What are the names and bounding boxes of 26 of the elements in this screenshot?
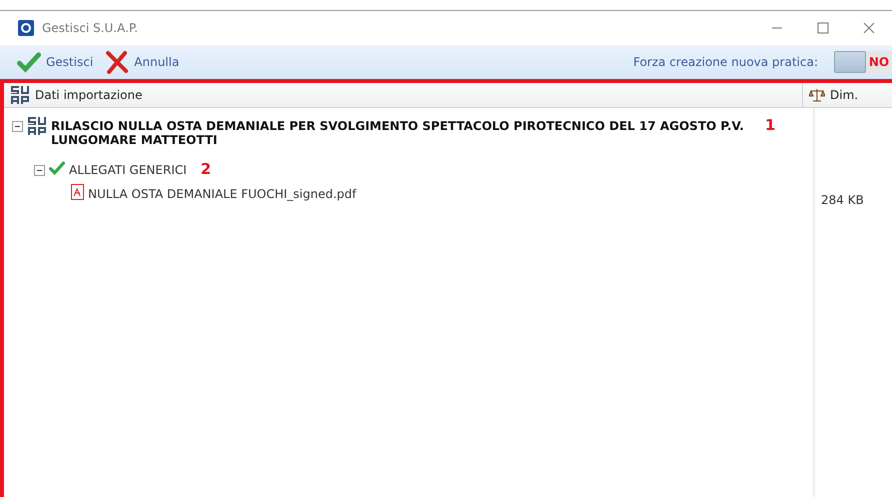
tree-item-label[interactable]: ALLEGATI GENERICI bbox=[69, 163, 187, 177]
maximize-icon[interactable] bbox=[817, 22, 829, 34]
annotation-number: 2 bbox=[200, 160, 212, 178]
tree-item-label[interactable]: RILASCIO NULLA OSTA DEMANIALE PER SVOLGIMENTO SPETTACOLO PIROTECNICO DEL 17 AGOSTO P.V. LUNGOMARE MATTEOTTI bbox=[51, 119, 751, 147]
suap-logo-icon bbox=[27, 116, 47, 136]
column-header[interactable]: Dati importazione bbox=[4, 83, 802, 107]
collapse-toggle[interactable] bbox=[12, 121, 23, 132]
confirm-button[interactable]: Gestisci bbox=[14, 50, 96, 74]
toggle-label: Forza creazione nuova pratica: bbox=[633, 55, 818, 69]
cross-icon bbox=[105, 50, 130, 74]
checkmark-icon bbox=[49, 160, 65, 176]
column-header[interactable]: Dim. bbox=[802, 83, 892, 107]
switch-knob[interactable] bbox=[834, 51, 866, 73]
collapse-toggle[interactable] bbox=[34, 165, 45, 176]
tree-item-label[interactable]: NULLA OSTA DEMANIALE FUOCHI_signed.pdf bbox=[88, 187, 356, 201]
checkmark-icon bbox=[17, 50, 41, 74]
pdf-icon bbox=[71, 184, 84, 200]
suap-logo-icon bbox=[10, 85, 30, 105]
toggle-switch[interactable]: NO bbox=[834, 51, 892, 73]
annotation-number: 1 bbox=[765, 116, 776, 134]
size-cell-text: 284 KB bbox=[820, 192, 865, 209]
cancel-button[interactable]: Annulla bbox=[102, 50, 182, 74]
window-title: Gestisci S.U.A.P. bbox=[42, 21, 138, 35]
app-icon bbox=[18, 20, 34, 36]
scales-icon bbox=[809, 88, 825, 102]
close-icon[interactable] bbox=[863, 22, 875, 34]
